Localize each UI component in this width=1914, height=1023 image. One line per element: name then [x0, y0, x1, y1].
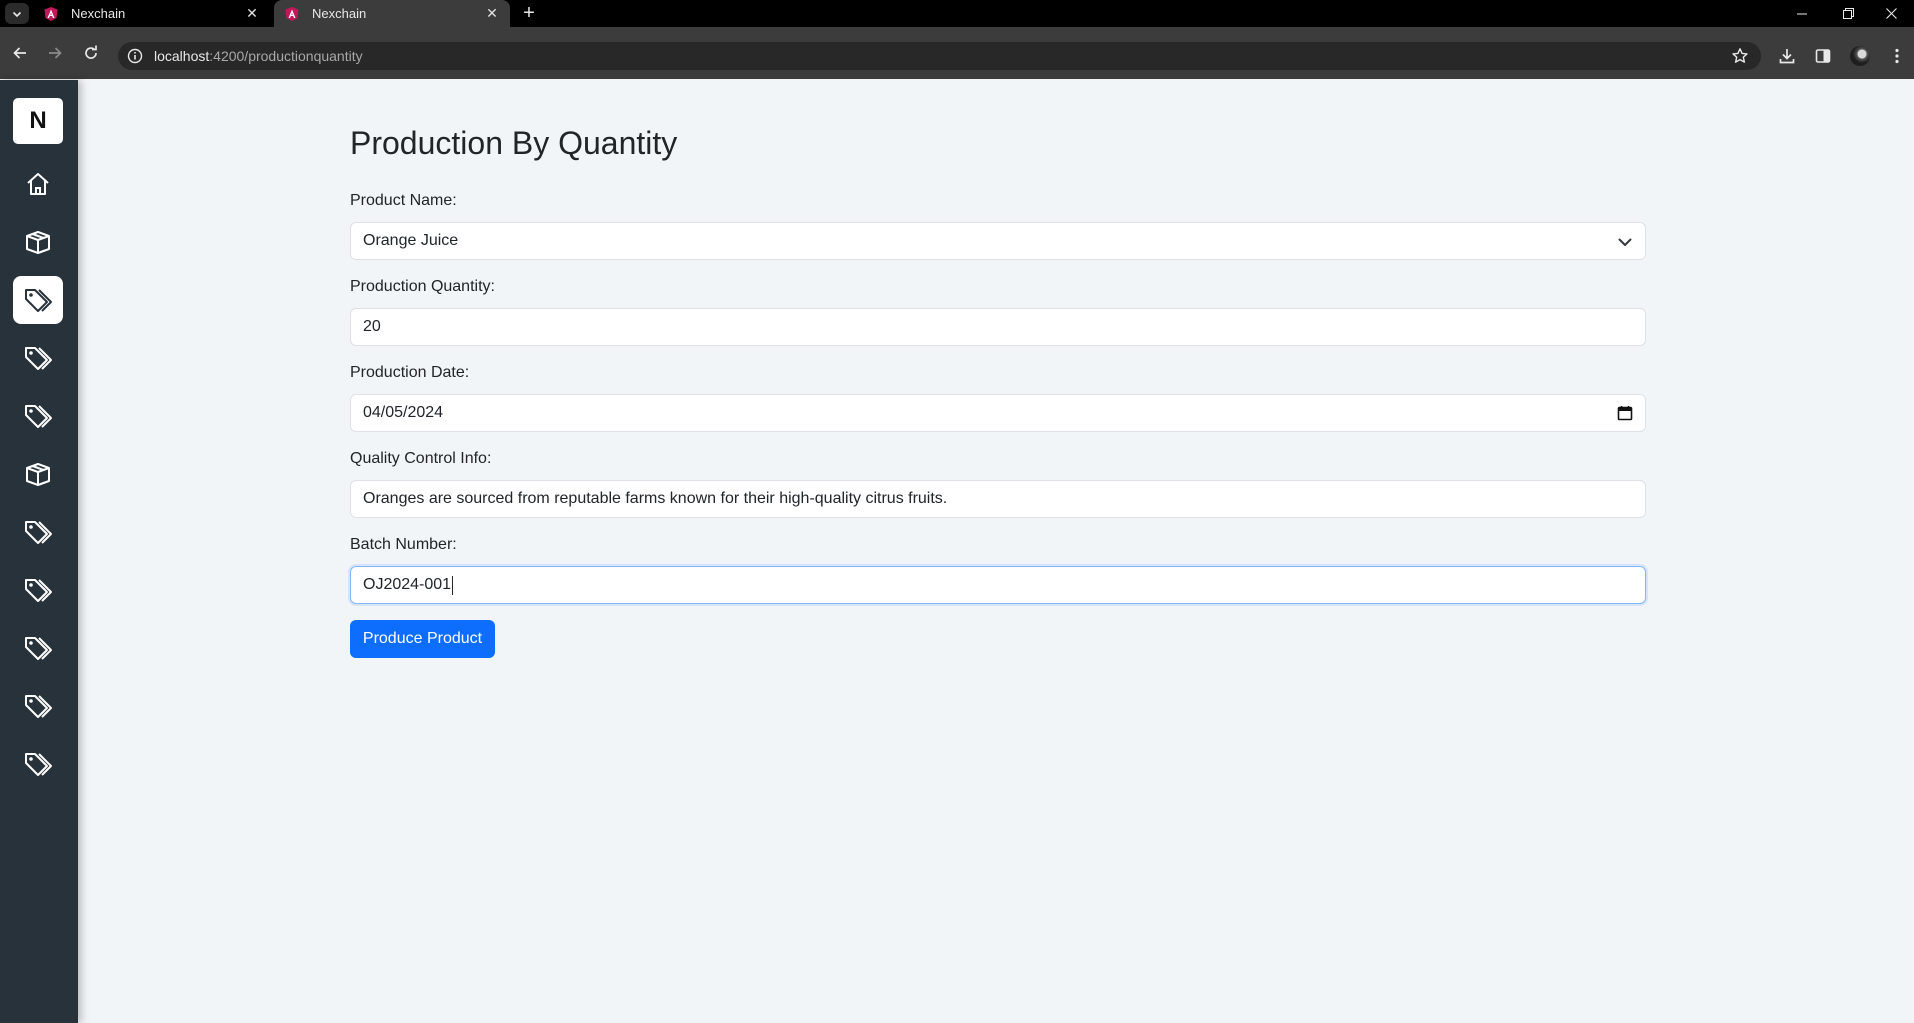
sidebar-item-5[interactable]: [13, 392, 63, 440]
sidebar-item-3[interactable]: [13, 276, 63, 324]
side-panel-icon[interactable]: [1809, 42, 1837, 70]
tags-icon: [25, 405, 52, 428]
tags-icon: [25, 579, 52, 602]
box-icon: [26, 463, 50, 486]
box-icon: [26, 231, 50, 254]
sidebar-item-1[interactable]: [13, 160, 63, 208]
produce-product-button[interactable]: Produce Product: [350, 620, 495, 658]
browser-tab-2[interactable]: Nexchain ✕: [274, 0, 510, 27]
product-name-label: Product Name:: [350, 192, 457, 209]
tags-icon: [25, 521, 52, 544]
sidebar-item-11[interactable]: [13, 740, 63, 788]
sidebar-item-10[interactable]: [13, 682, 63, 730]
tab-search-button[interactable]: [5, 3, 29, 24]
site-info-icon[interactable]: [126, 47, 144, 65]
profile-avatar[interactable]: [1850, 46, 1870, 66]
production-quantity-input[interactable]: 20: [350, 308, 1646, 346]
production-quantity-label: Production Quantity:: [350, 278, 495, 295]
sidebar-item-6[interactable]: [13, 450, 63, 498]
sidebar-item-2[interactable]: [13, 218, 63, 266]
text-caret: [452, 575, 454, 595]
chevron-down-icon: [12, 11, 22, 17]
back-icon[interactable]: [7, 40, 33, 66]
batch-number-label: Batch Number:: [350, 536, 457, 553]
angular-favicon-icon: [284, 6, 300, 22]
minimize-icon[interactable]: [1779, 0, 1825, 27]
calendar-icon[interactable]: [1617, 405, 1633, 421]
tags-icon: [25, 637, 52, 660]
close-icon[interactable]: ✕: [244, 5, 260, 22]
product-name-value: Orange Juice: [363, 232, 459, 249]
angular-favicon-icon: [43, 6, 59, 22]
close-icon[interactable]: ✕: [484, 5, 500, 22]
browser-tab-1[interactable]: Nexchain ✕: [33, 0, 270, 27]
sidebar-item-7[interactable]: [13, 508, 63, 556]
batch-number-value: OJ2024-001: [363, 576, 452, 593]
sidebar: N: [0, 80, 78, 1023]
sidebar-item-9[interactable]: [13, 624, 63, 672]
home-icon: [27, 173, 49, 195]
batch-number-input[interactable]: OJ2024-001: [350, 566, 1646, 604]
quality-control-value: Oranges are sourced from reputable farms…: [363, 490, 948, 507]
close-window-icon[interactable]: [1868, 0, 1914, 27]
tags-icon: [25, 289, 52, 312]
tab-title: Nexchain: [71, 6, 126, 21]
url-text: localhost:4200/productionquantity: [154, 48, 363, 64]
production-quantity-value: 20: [363, 318, 381, 335]
bookmark-star-icon[interactable]: [1731, 47, 1749, 65]
tags-icon: [25, 347, 52, 370]
url-path: :4200/productionquantity: [209, 48, 363, 64]
production-date-value: 04/05/2024: [363, 404, 444, 421]
production-date-input[interactable]: 04/05/2024: [350, 394, 1646, 432]
address-bar[interactable]: localhost:4200/productionquantity: [118, 42, 1761, 70]
page-title: Production By Quantity: [350, 125, 678, 161]
tags-icon: [25, 695, 52, 718]
forward-icon[interactable]: [42, 40, 68, 66]
reload-icon[interactable]: [78, 40, 104, 66]
url-host: localhost: [154, 48, 210, 64]
quality-control-input[interactable]: Oranges are sourced from reputable farms…: [350, 480, 1646, 518]
app-logo[interactable]: N: [13, 98, 63, 144]
sidebar-item-8[interactable]: [13, 566, 63, 614]
sidebar-item-4[interactable]: [13, 334, 63, 382]
chevron-down-icon: [1618, 238, 1632, 246]
browser-tab-bar: Nexchain ✕ Nexchain ✕ +: [0, 0, 1914, 27]
production-date-label: Production Date:: [350, 364, 470, 381]
quality-control-label: Quality Control Info:: [350, 450, 492, 467]
new-tab-button[interactable]: +: [518, 3, 540, 24]
tab-title: Nexchain: [312, 6, 367, 21]
product-name-select[interactable]: Orange Juice: [350, 222, 1646, 260]
more-menu-icon[interactable]: [1883, 42, 1911, 70]
tags-icon: [25, 753, 52, 776]
restore-icon[interactable]: [1825, 0, 1871, 27]
download-icon[interactable]: [1773, 42, 1801, 70]
